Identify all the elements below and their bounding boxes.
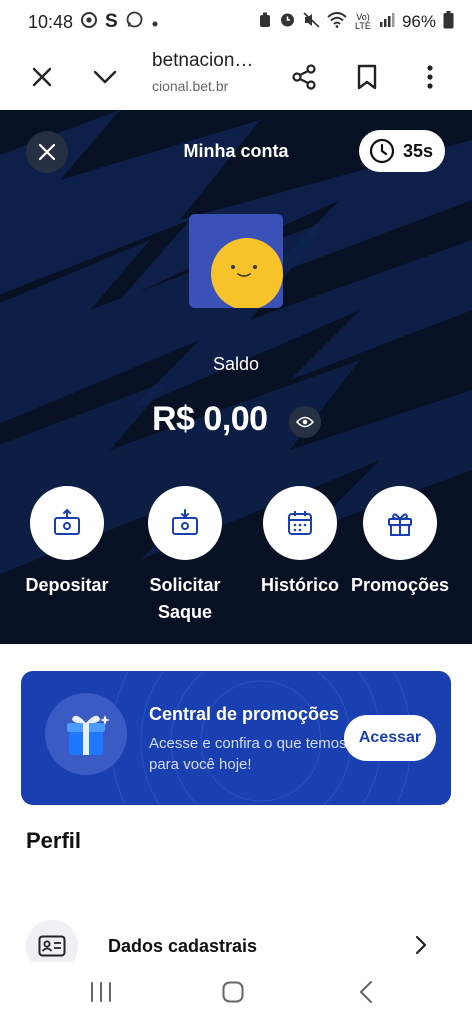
avatar[interactable] [189, 214, 283, 308]
clock-icon [279, 11, 296, 33]
whatsapp-icon [126, 11, 143, 33]
back-icon [360, 981, 372, 1003]
promotions-label: Promoções [350, 575, 450, 595]
balance-label: Saldo [212, 354, 260, 374]
balance-value: R$ 0,00 [152, 400, 268, 438]
account-header: Minha conta 35s Saldo R$ 0,00 Depositar … [0, 110, 472, 644]
more-vertical-icon [427, 65, 433, 89]
deposit-circle [30, 486, 104, 560]
alarm-icon [258, 12, 272, 33]
history-label: Histórico [260, 575, 339, 595]
signal-icon [379, 12, 395, 32]
smiley-avatar-icon [211, 238, 283, 308]
more-menu-button[interactable] [404, 44, 456, 110]
toggle-balance-button[interactable] [289, 406, 321, 438]
history-circle [263, 486, 337, 560]
promo-gift-badge [45, 693, 127, 775]
eye-icon [296, 416, 314, 428]
status-time: 10:48 [28, 11, 74, 32]
promotions-circle [363, 486, 437, 560]
clock-icon [369, 138, 395, 164]
deposit-label: Depositar [25, 575, 109, 595]
profile-item-label: Dados cadastrais [108, 936, 258, 956]
promo-description: Acesse e confira o que temos para você h… [149, 735, 347, 773]
battery-icon [443, 10, 454, 34]
gift-icon [388, 513, 412, 536]
home-button[interactable] [209, 974, 257, 1010]
withdraw-label: Solicitar Saque [149, 575, 221, 622]
deposit-icon [54, 508, 80, 535]
gift-icon [67, 715, 110, 755]
withdraw-icon [172, 509, 198, 535]
battery-percent: 96% [401, 12, 436, 31]
page-title: betnacion… [152, 50, 254, 71]
promotions-button[interactable]: Promoções [345, 486, 455, 599]
calendar-icon [288, 511, 312, 535]
address-bar[interactable]: betnacion… cional.bet.br [152, 50, 272, 94]
deposit-button[interactable]: Depositar [12, 486, 122, 599]
mute-icon [303, 11, 320, 33]
collapse-button[interactable] [79, 44, 131, 110]
back-button[interactable] [342, 974, 390, 1010]
bookmark-button[interactable] [341, 44, 393, 110]
wifi-icon [327, 11, 347, 33]
volte-icon: Vo) LTE [355, 12, 371, 31]
promo-access-button[interactable]: Acessar [344, 715, 436, 761]
close-tab-button[interactable] [16, 44, 68, 110]
close-icon [32, 67, 52, 87]
withdraw-circle [148, 486, 222, 560]
withdraw-button[interactable]: Solicitar Saque [130, 486, 240, 626]
profile-heading: Perfil [26, 828, 82, 853]
share-button[interactable] [278, 44, 330, 110]
page-url: cional.bet.br [152, 78, 229, 94]
dot-icon [151, 12, 159, 33]
share-icon [292, 64, 316, 90]
session-timer: 35s [359, 130, 445, 172]
history-button[interactable]: Histórico [245, 486, 355, 599]
home-icon [222, 981, 244, 1003]
chrome-icon [81, 11, 98, 33]
status-bar: 10:48 S Vo) LTE 96% [0, 0, 472, 44]
recents-icon [91, 982, 111, 1002]
browser-toolbar: betnacion… cional.bet.br [0, 44, 472, 110]
s-app-icon: S [105, 11, 118, 32]
chevron-right-icon [414, 934, 428, 961]
promotions-banner[interactable]: Central de promoções Acesse e confira o … [21, 671, 451, 805]
chevron-down-icon [93, 70, 117, 84]
system-navigation-bar [0, 962, 472, 1024]
promo-title: Central de promoções [149, 704, 340, 724]
bookmark-icon [357, 64, 377, 90]
recent-apps-button[interactable] [77, 974, 125, 1010]
timer-value: 35s [403, 140, 434, 161]
